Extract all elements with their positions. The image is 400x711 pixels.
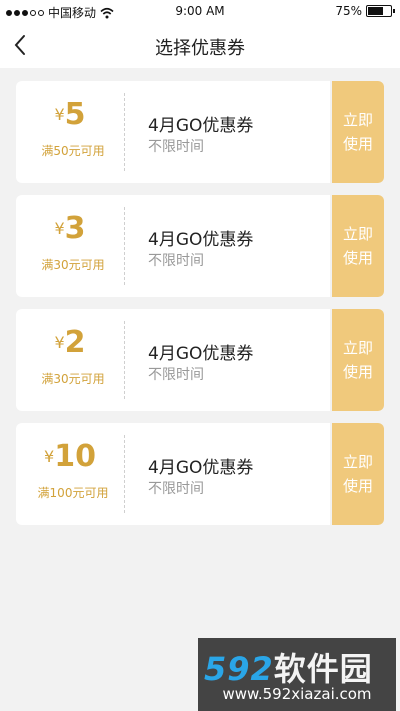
coupon-body: ¥2 满30元可用 4月GO优惠券 不限时间 <box>16 309 330 411</box>
watermark-logo-digits: 592 <box>204 650 274 688</box>
currency-symbol: ¥ <box>54 105 65 124</box>
coupon-card: ¥2 满30元可用 4月GO优惠券 不限时间 立即使用 <box>16 309 384 411</box>
use-now-button[interactable]: 立即使用 <box>332 81 384 183</box>
coupon-validity: 不限时间 <box>148 139 204 155</box>
coupon-validity: 不限时间 <box>148 253 204 269</box>
coupon-card: ¥5 满50元可用 4月GO优惠券 不限时间 立即使用 <box>16 81 384 183</box>
coupon-condition: 满30元可用 <box>41 372 105 386</box>
coupon-value: 10 <box>54 439 96 474</box>
coupon-card: ¥3 满30元可用 4月GO优惠券 不限时间 立即使用 <box>16 195 384 297</box>
coupon-name: 4月GO优惠券 <box>148 344 254 364</box>
watermark-logo: 592软件园 <box>204 644 373 690</box>
status-bar: 中国移动 9:00 AM 75% <box>0 0 400 22</box>
coupon-condition: 满30元可用 <box>41 258 105 272</box>
battery-level-fill <box>368 7 383 15</box>
coupon-amount: ¥2 <box>16 325 124 360</box>
coupon-divider <box>124 321 125 399</box>
use-now-label: 立即使用 <box>343 225 374 267</box>
site-watermark: 592软件园 www.592xiazai.com <box>198 638 396 711</box>
currency-symbol: ¥ <box>44 447 55 466</box>
coupon-amount: ¥10 <box>16 439 124 474</box>
coupon-validity: 不限时间 <box>148 367 204 383</box>
coupon-name: 4月GO优惠券 <box>148 116 254 136</box>
coupon-amount: ¥5 <box>16 97 124 132</box>
use-now-label: 立即使用 <box>343 453 374 495</box>
coupon-amount: ¥3 <box>16 211 124 246</box>
coupon-divider <box>124 435 125 513</box>
coupon-card: ¥10 满100元可用 4月GO优惠券 不限时间 立即使用 <box>16 423 384 525</box>
currency-symbol: ¥ <box>54 219 65 238</box>
status-right: 75% <box>335 4 395 18</box>
coupon-body: ¥3 满30元可用 4月GO优惠券 不限时间 <box>16 195 330 297</box>
use-now-label: 立即使用 <box>343 111 374 153</box>
use-now-label: 立即使用 <box>343 339 374 381</box>
nav-bar: 选择优惠券 <box>0 22 400 68</box>
page-title: 选择优惠券 <box>155 38 245 59</box>
coupon-value: 5 <box>64 97 86 132</box>
coupon-value: 2 <box>64 325 86 360</box>
coupon-divider <box>124 93 125 171</box>
coupon-value: 3 <box>64 211 86 246</box>
coupon-name: 4月GO优惠券 <box>148 458 254 478</box>
use-now-button[interactable]: 立即使用 <box>332 195 384 297</box>
currency-symbol: ¥ <box>54 333 65 352</box>
battery-percent: 75% <box>335 4 362 18</box>
use-now-button[interactable]: 立即使用 <box>332 309 384 411</box>
coupon-divider <box>124 207 125 285</box>
coupon-body: ¥10 满100元可用 4月GO优惠券 不限时间 <box>16 423 330 525</box>
coupon-body: ¥5 满50元可用 4月GO优惠券 不限时间 <box>16 81 330 183</box>
coupon-condition: 满100元可用 <box>37 486 109 500</box>
use-now-button[interactable]: 立即使用 <box>332 423 384 525</box>
coupon-condition: 满50元可用 <box>41 144 105 158</box>
watermark-url: www.592xiazai.com <box>222 685 372 703</box>
coupon-validity: 不限时间 <box>148 481 204 497</box>
watermark-logo-text: 软件园 <box>273 650 373 688</box>
battery-icon <box>366 5 395 17</box>
coupon-name: 4月GO优惠券 <box>148 230 254 250</box>
